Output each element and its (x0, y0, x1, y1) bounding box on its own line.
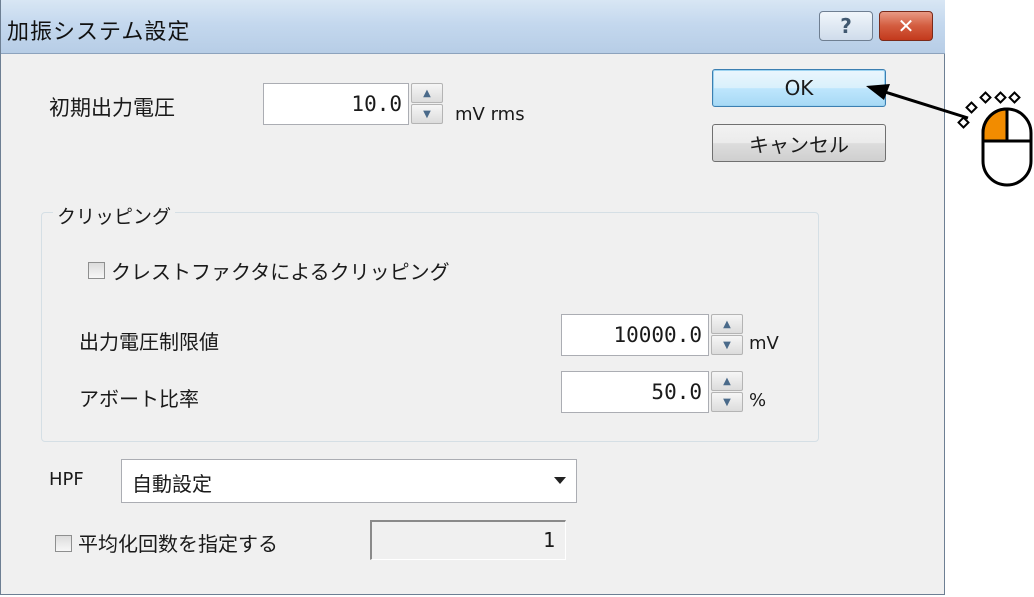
annotation-overlay (866, 84, 1033, 187)
pointer-arrow-icon (866, 84, 969, 120)
mouse-left-click-icon (957, 91, 1033, 187)
